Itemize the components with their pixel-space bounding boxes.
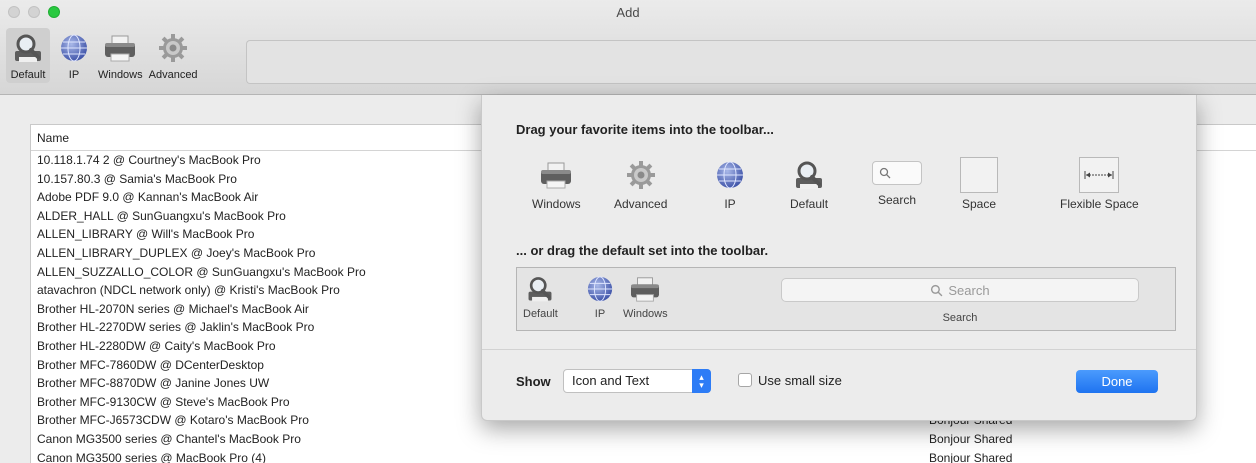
search-field-icon <box>872 161 922 185</box>
toolbar-item-default[interactable]: Default <box>6 28 50 83</box>
toolbar-item-label: Advanced <box>148 69 198 81</box>
toolbar-drop-area <box>246 40 1256 84</box>
palette-item-search[interactable]: Search <box>872 155 922 207</box>
printer-icon <box>538 155 574 195</box>
default-printer-magnifier-icon <box>10 30 46 66</box>
globe-icon <box>712 155 748 195</box>
default-set-search-field: Search <box>781 278 1139 302</box>
window-titlebar: Add Default IP Windows Advanced <box>0 0 1256 95</box>
default-set-bar[interactable]: Default IP Windows Search Search <box>516 267 1176 331</box>
printer-name: Brother HL-2270DW series @ Jaklin's MacB… <box>37 320 315 335</box>
palette-item-space[interactable]: Space <box>960 155 998 211</box>
chevron-updown-icon: ▴ ▾ <box>692 369 711 393</box>
space-icon <box>960 157 998 193</box>
default-set-item-label: Windows <box>623 308 668 320</box>
table-row[interactable]: Canon MG3500 series @ Chantel's MacBook … <box>31 430 1256 449</box>
flexible-space-icon <box>1079 157 1120 193</box>
printer-name: Brother MFC-9130CW @ Steve's MacBook Pro <box>37 394 290 409</box>
printer-name: Canon MG3500 series @ MacBook Pro (4) <box>37 450 266 463</box>
palette-item-windows[interactable]: Windows <box>532 155 581 211</box>
toolbar: Default IP Windows Advanced <box>6 28 204 83</box>
table-row[interactable]: Canon MG3500 series @ MacBook Pro (4) Bon… <box>31 449 1256 463</box>
default-set-search-label: Search <box>942 312 978 324</box>
favorites-heading: Drag your favorite items into the toolba… <box>516 122 774 137</box>
use-small-size-checkbox[interactable] <box>738 373 752 387</box>
default-set-item-label: IP <box>594 308 606 320</box>
default-printer-magnifier-icon <box>791 155 827 195</box>
printer-name: Brother MFC-8870DW @ Janine Jones UW <box>37 376 270 391</box>
printer-kind: Bonjour Shared <box>929 450 1013 463</box>
palette-item-label: Flexible Space <box>1060 197 1139 211</box>
toolbar-item-windows[interactable]: Windows <box>98 30 143 81</box>
default-printer-magnifier-icon <box>523 272 557 306</box>
show-mode-value: Icon and Text <box>572 373 650 388</box>
printer-name: Brother HL-2280DW @ Caity's MacBook Pro <box>37 338 276 353</box>
search-placeholder: Search <box>948 282 990 298</box>
default-set-item-label: Default <box>523 308 558 320</box>
printer-name: 10.118.1.74 2 @ Courtney's MacBook Pro <box>37 153 261 167</box>
toolbar-item-advanced[interactable]: Advanced <box>149 30 198 81</box>
gear-icon <box>623 155 659 195</box>
printer-icon <box>102 30 138 66</box>
palette-item-label: Space <box>961 197 997 211</box>
printer-name: Brother HL-2070N series @ Michael's MacB… <box>37 301 309 316</box>
palette-item-advanced[interactable]: Advanced <box>614 155 667 211</box>
palette-item-default[interactable]: Default <box>790 155 828 211</box>
use-small-size-label[interactable]: Use small size <box>758 373 842 388</box>
toolbar-item-label: IP <box>68 69 80 81</box>
printer-name: ALDER_HALL @ SunGuangxu's MacBook Pro <box>37 208 286 223</box>
printer-icon <box>628 272 662 306</box>
printer-name: Brother MFC-7860DW @ DCenterDesktop <box>37 357 264 372</box>
toolbar-item-label: Default <box>10 69 46 81</box>
show-mode-select[interactable]: Icon and Text ▴ ▾ <box>563 369 711 393</box>
palette-item-label: Default <box>790 197 829 211</box>
toolbar-item-ip[interactable]: IP <box>56 30 92 81</box>
printer-name: Brother MFC-J6573CDW @ Kotaro's MacBook … <box>37 413 309 428</box>
gear-icon <box>155 30 191 66</box>
done-button[interactable]: Done <box>1076 370 1158 393</box>
toolbar-item-label: Windows <box>98 69 143 81</box>
printer-name: Canon MG3500 series @ Chantel's MacBook … <box>37 431 301 446</box>
default-set-item-default: Default <box>523 272 558 320</box>
printer-name: atavachron (NDCL network only) @ Kristi'… <box>37 283 340 298</box>
show-label: Show <box>516 374 551 389</box>
globe-icon <box>583 272 617 306</box>
palette-item-label: Search <box>877 193 917 207</box>
palette-item-label: Windows <box>532 197 581 211</box>
printer-name: Adobe PDF 9.0 @ Kannan's MacBook Air <box>37 190 259 205</box>
palette-item-flexible-space[interactable]: Flexible Space <box>1060 155 1139 211</box>
palette-item-ip[interactable]: IP <box>712 155 748 211</box>
window-title: Add <box>616 5 640 20</box>
printer-name: ALLEN_LIBRARY @ Will's MacBook Pro <box>37 227 255 242</box>
palette-item-label: IP <box>724 197 736 211</box>
printer-name: ALLEN_LIBRARY_DUPLEX @ Joey's MacBook Pr… <box>37 245 316 260</box>
printer-name: ALLEN_SUZZALLO_COLOR @ SunGuangxu's MacB… <box>37 264 366 279</box>
palette-item-label: Advanced <box>614 197 668 211</box>
search-icon <box>931 284 943 296</box>
default-set-heading: ... or drag the default set into the too… <box>516 243 769 258</box>
printer-kind: Bonjour Shared <box>929 431 1013 446</box>
default-set-item-ip: IP <box>583 272 617 320</box>
printer-name: 10.157.80.3 @ Samia's MacBook Pro <box>37 171 237 186</box>
customize-toolbar-sheet: Drag your favorite items into the toolba… <box>481 95 1197 421</box>
sheet-divider <box>482 349 1196 350</box>
default-set-item-windows: Windows <box>623 272 668 320</box>
globe-icon <box>56 30 92 66</box>
